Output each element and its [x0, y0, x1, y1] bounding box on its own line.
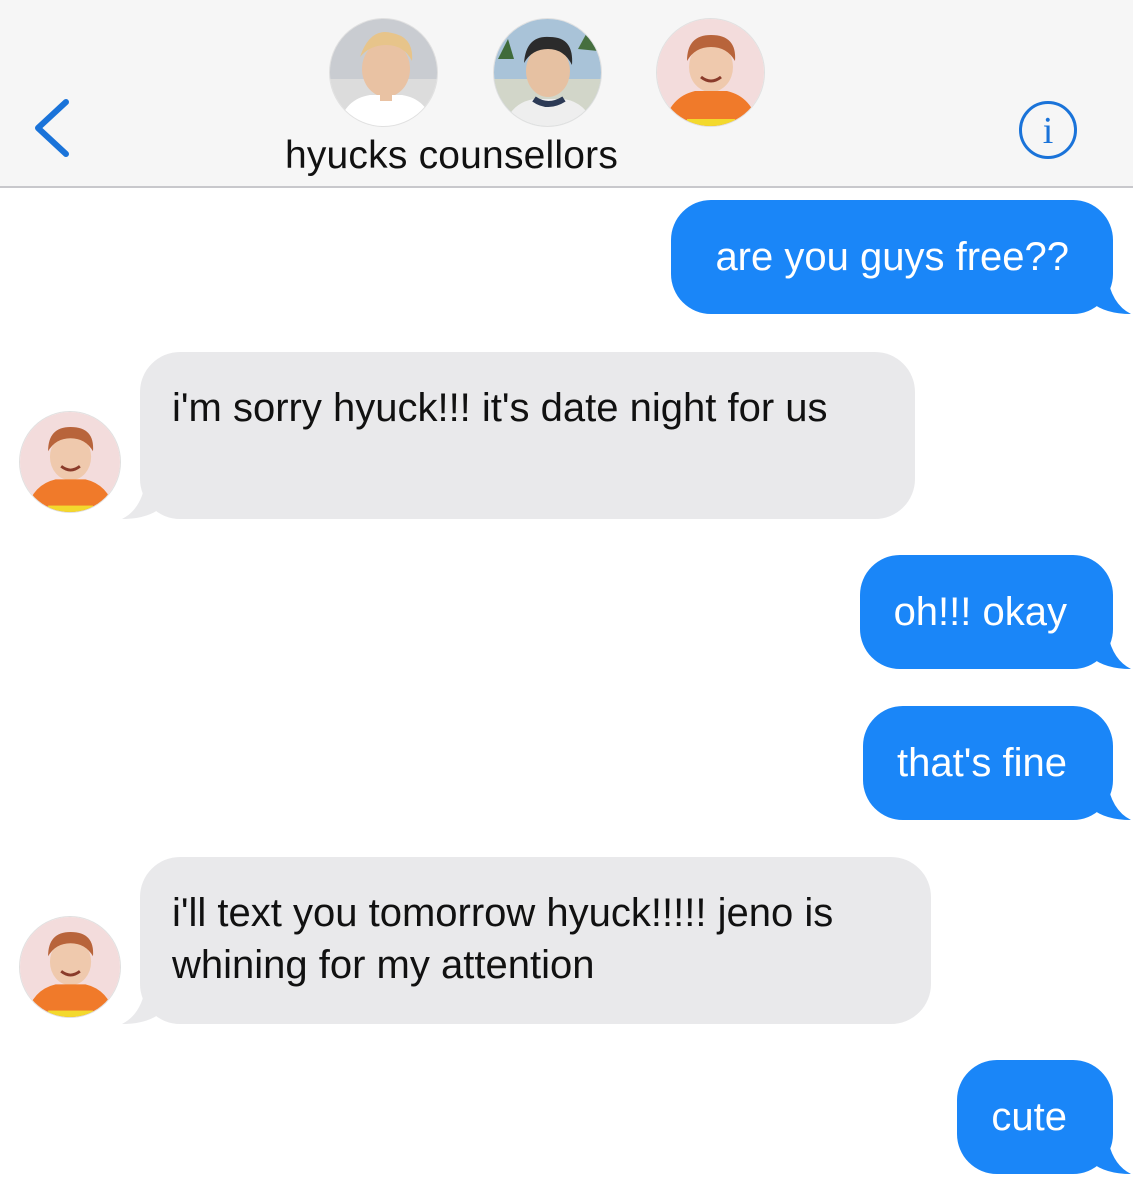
message-text: cute: [991, 1095, 1067, 1139]
sender-avatar[interactable]: [19, 916, 121, 1018]
info-circle-icon: i: [1019, 101, 1077, 159]
info-button[interactable]: i: [1018, 100, 1078, 160]
group-name[interactable]: hyucks counsellors: [0, 134, 903, 178]
message-bubble-sent[interactable]: oh!!! okay: [859, 555, 1131, 669]
bubble-tail: [122, 479, 162, 519]
bubble-tail: [1091, 629, 1131, 669]
svg-text:i: i: [1043, 110, 1054, 152]
bubble-tail: [1091, 1134, 1131, 1174]
bubble-tail: [1091, 780, 1131, 820]
message-text: that's fine: [897, 741, 1067, 785]
message-text: i'm sorry hyuck!!! it's date night for u…: [172, 386, 828, 430]
message-thread[interactable]: are you guys free?? i'm sorry hyuck!!! i…: [0, 188, 1133, 1200]
message-text: i'll text you tomorrow hyuck!!!!! jeno i…: [172, 891, 834, 987]
message-text: are you guys free??: [715, 235, 1069, 279]
participant-avatar-2[interactable]: [493, 18, 602, 127]
sender-avatar[interactable]: [19, 411, 121, 513]
message-bubble-sent[interactable]: that's fine: [863, 706, 1131, 820]
conversation-header: hyucks counsellors i: [0, 0, 1133, 188]
message-bubble-sent[interactable]: cute: [957, 1060, 1131, 1174]
bubble-tail: [1091, 274, 1131, 314]
message-text: oh!!! okay: [893, 590, 1067, 634]
message-bubble-received[interactable]: i'll text you tomorrow hyuck!!!!! jeno i…: [122, 857, 931, 1024]
message-bubble-sent[interactable]: are you guys free??: [671, 200, 1131, 314]
message-bubble-received[interactable]: i'm sorry hyuck!!! it's date night for u…: [122, 352, 915, 519]
participant-avatar-3[interactable]: [656, 18, 765, 127]
participant-avatar-1[interactable]: [329, 18, 438, 127]
bubble-tail: [122, 984, 162, 1024]
